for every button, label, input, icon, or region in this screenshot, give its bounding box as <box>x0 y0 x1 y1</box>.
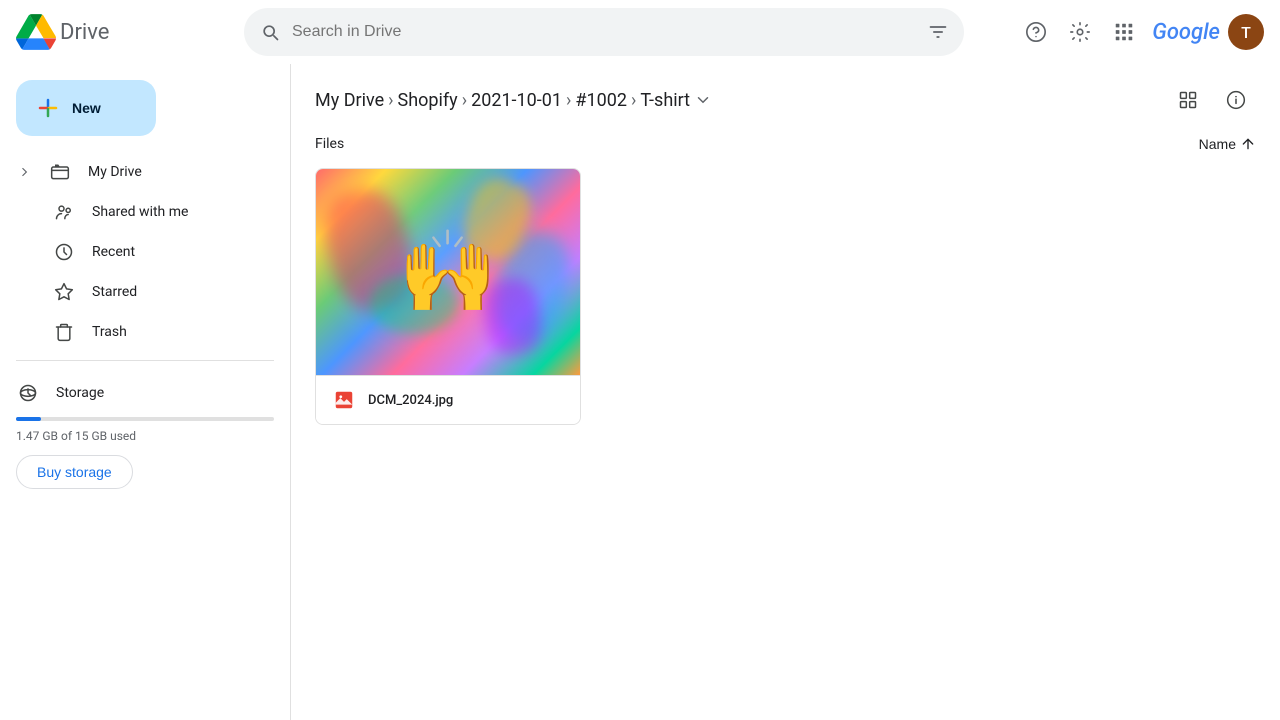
sort-button[interactable]: Name <box>1199 136 1256 152</box>
breadcrumb-tshirt: T-shirt <box>640 90 690 111</box>
sidebar-item-label: My Drive <box>88 164 142 180</box>
apps-icon <box>1113 21 1135 43</box>
avatar[interactable]: T <box>1228 14 1264 50</box>
sidebar-item-recent[interactable]: Recent <box>0 232 274 272</box>
star-icon <box>52 280 76 304</box>
breadcrumb-sep-2: › <box>462 90 467 111</box>
search-input[interactable] <box>292 23 916 41</box>
breadcrumb-sep-3: › <box>566 90 571 111</box>
breadcrumb-actions <box>1168 80 1256 120</box>
plus-icon <box>36 96 60 120</box>
breadcrumb-order[interactable]: #1002 <box>575 90 627 111</box>
sidebar-item-starred[interactable]: Starred <box>0 272 274 312</box>
file-name: DCM_2024.jpg <box>368 393 453 408</box>
buy-storage-button[interactable]: Buy storage <box>16 455 133 489</box>
app-name: Drive <box>60 20 109 45</box>
grid-icon <box>1178 90 1198 110</box>
settings-icon <box>1069 21 1091 43</box>
main-layout: New My Drive <box>0 64 1280 720</box>
sort-arrow-icon <box>1240 136 1256 152</box>
breadcrumb-date[interactable]: 2021-10-01 <box>471 90 562 111</box>
search-icon <box>260 22 280 42</box>
recent-icon <box>52 240 76 264</box>
file-card[interactable]: 🙌 <box>315 168 581 425</box>
file-type-icon <box>332 388 356 412</box>
expand-icon <box>16 165 32 179</box>
sidebar-item-label: Trash <box>92 324 127 340</box>
storage-text-label: Storage <box>56 385 104 401</box>
storage-used-text: 1.47 GB of 15 GB used <box>16 429 274 443</box>
grid-view-button[interactable] <box>1168 80 1208 120</box>
sidebar-item-label: Starred <box>92 284 137 300</box>
breadcrumb: My Drive › Shopify › 2021-10-01 › #1002 … <box>291 64 1280 128</box>
breadcrumb-last-item[interactable]: T-shirt <box>640 90 712 111</box>
storage-label: Storage <box>16 381 274 405</box>
trash-icon <box>52 320 76 344</box>
breadcrumb-my-drive[interactable]: My Drive <box>315 90 384 111</box>
storage-section: Storage 1.47 GB of 15 GB used Buy storag… <box>0 369 290 497</box>
new-button-label: New <box>72 100 101 116</box>
help-button[interactable] <box>1016 12 1056 52</box>
apps-button[interactable] <box>1104 12 1144 52</box>
image-icon <box>333 389 355 411</box>
breadcrumb-sep-4: › <box>631 90 636 111</box>
file-thumbnail: 🙌 <box>316 169 580 375</box>
new-plus-icon <box>36 96 60 120</box>
info-icon <box>1226 90 1246 110</box>
sidebar-item-label: Recent <box>92 244 135 260</box>
files-header: Files Name <box>291 128 1280 160</box>
breadcrumb-shopify[interactable]: Shopify <box>398 90 458 111</box>
info-button[interactable] <box>1216 80 1256 120</box>
breadcrumb-dropdown-icon <box>694 91 712 109</box>
file-info: DCM_2024.jpg <box>316 375 580 424</box>
storage-bar-fill <box>16 417 41 421</box>
sidebar-item-shared-with-me[interactable]: Shared with me <box>0 192 274 232</box>
google-logo-text: Google <box>1152 20 1220 45</box>
new-button[interactable]: New <box>16 80 156 136</box>
header: Drive <box>0 0 1280 64</box>
main-content: My Drive › Shopify › 2021-10-01 › #1002 … <box>290 64 1280 720</box>
storage-bar-background <box>16 417 274 421</box>
sidebar-item-trash[interactable]: Trash <box>0 312 274 352</box>
shared-icon <box>52 200 76 224</box>
sidebar-item-label: Shared with me <box>92 204 188 220</box>
filter-icon[interactable] <box>928 22 948 42</box>
logo-area: Drive <box>16 12 236 52</box>
sidebar: New My Drive <box>0 64 290 720</box>
sidebar-item-my-drive[interactable]: My Drive <box>0 152 274 192</box>
sidebar-divider <box>16 360 274 361</box>
sort-label: Name <box>1199 136 1236 152</box>
my-drive-icon <box>48 160 72 184</box>
google-drive-logo <box>16 12 56 52</box>
thumbnail-image: 🙌 <box>316 169 580 375</box>
files-grid: 🙌 <box>291 160 1280 433</box>
search-bar[interactable] <box>244 8 964 56</box>
header-actions: Google T <box>1016 12 1264 52</box>
files-section-label: Files <box>315 136 344 152</box>
storage-icon <box>16 381 40 405</box>
breadcrumb-sep-1: › <box>388 90 393 111</box>
help-icon <box>1025 21 1047 43</box>
settings-button[interactable] <box>1060 12 1100 52</box>
